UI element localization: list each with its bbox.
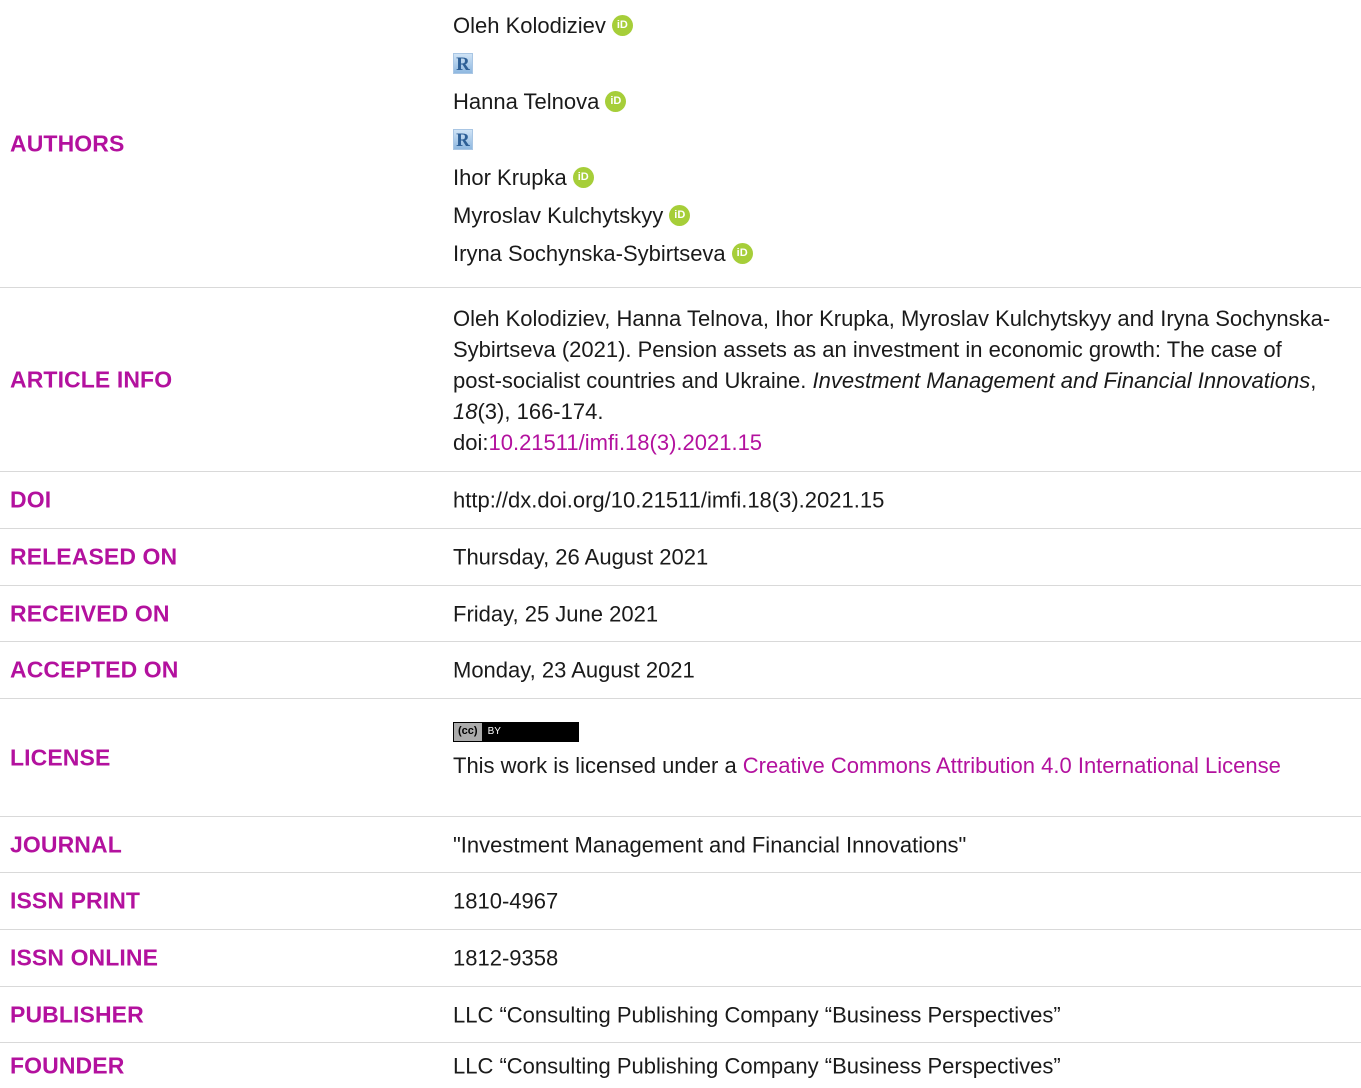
journal-row: JOURNAL "Investment Management and Finan… xyxy=(0,817,1361,873)
author-item: Myroslav Kulchytskyy iD xyxy=(453,196,1333,234)
authors-row: AUTHORS Oleh Kolodiziev iD R Hanna Telno… xyxy=(0,0,1361,288)
orcid-icon[interactable]: iD xyxy=(605,90,627,112)
accepted-label: ACCEPTED ON xyxy=(10,656,179,683)
doi-row: DOI http://dx.doi.org/10.21511/imfi.18(3… xyxy=(0,472,1361,529)
accepted-value: Monday, 23 August 2021 xyxy=(453,657,695,683)
released-label: RELEASED ON xyxy=(10,543,178,570)
author-name[interactable]: Hanna Telnova xyxy=(453,86,599,117)
publisher-label: PUBLISHER xyxy=(10,1001,144,1027)
doi-label: DOI xyxy=(10,486,52,513)
issn-online-row: ISSN ONLINE 1812-9358 xyxy=(0,930,1361,987)
cc-by-badge-icon[interactable]: (cc) BY xyxy=(453,721,579,742)
founder-label: FOUNDER xyxy=(10,1052,125,1078)
doi-value: http://dx.doi.org/10.21511/imfi.18(3).20… xyxy=(453,487,885,513)
citation-sep: , xyxy=(1310,368,1317,393)
article-citation: Oleh Kolodiziev, Hanna Telnova, Ihor Kru… xyxy=(453,303,1333,458)
researcherid-icon[interactable]: R xyxy=(453,52,473,75)
author-item: Ihor Krupka iD xyxy=(453,158,1333,196)
license-link[interactable]: Creative Commons Attribution 4.0 Interna… xyxy=(743,753,1281,778)
journal-label: JOURNAL xyxy=(10,831,122,857)
founder-value: LLC “Consulting Publishing Company “Busi… xyxy=(453,1053,1061,1078)
researcherid-icon[interactable]: R xyxy=(453,128,473,151)
released-value: Thursday, 26 August 2021 xyxy=(453,544,709,570)
author-item: R xyxy=(453,120,1333,158)
author-name[interactable]: Oleh Kolodiziev xyxy=(453,10,606,41)
issn-online-label: ISSN ONLINE xyxy=(10,944,159,971)
author-item: R xyxy=(453,44,1333,82)
citation-issue-pages: (3), 166-174. xyxy=(477,399,604,424)
received-row: RECEIVED ON Friday, 25 June 2021 xyxy=(0,586,1361,642)
issn-print-value: 1810-4967 xyxy=(453,888,559,914)
orcid-icon[interactable]: iD xyxy=(611,14,633,36)
orcid-icon[interactable]: iD xyxy=(731,242,753,264)
authors-list: Oleh Kolodiziev iD R Hanna Telnova iD R … xyxy=(453,6,1333,272)
author-name[interactable]: Ihor Krupka xyxy=(453,162,567,193)
received-label: RECEIVED ON xyxy=(10,600,170,626)
released-row: RELEASED ON Thursday, 26 August 2021 xyxy=(0,529,1361,586)
license-row: LICENSE (cc) BY This work is licensed un… xyxy=(0,699,1361,817)
article-info-row: ARTICLE INFO Oleh Kolodiziev, Hanna Teln… xyxy=(0,288,1361,472)
citation-volume: 18 xyxy=(453,399,478,424)
article-info-label: ARTICLE INFO xyxy=(10,366,173,392)
license-text: This work is licensed under a Creative C… xyxy=(453,750,1333,782)
doi-prefix: doi: xyxy=(453,430,489,455)
publisher-row: PUBLISHER LLC “Consulting Publishing Com… xyxy=(0,987,1361,1043)
publisher-value: LLC “Consulting Publishing Company “Busi… xyxy=(453,1002,1061,1027)
citation-journal: Investment Management and Financial Inno… xyxy=(812,368,1311,393)
journal-value: "Investment Management and Financial Inn… xyxy=(453,832,967,857)
license-prefix: This work is licensed under a xyxy=(453,753,743,778)
license-label: LICENSE xyxy=(10,744,111,770)
doi-link[interactable]: 10.21511/imfi.18(3).2021.15 xyxy=(488,430,762,455)
orcid-icon[interactable]: iD xyxy=(669,204,691,226)
accepted-row: ACCEPTED ON Monday, 23 August 2021 xyxy=(0,642,1361,699)
author-name[interactable]: Iryna Sochynska-Sybirtseva xyxy=(453,238,726,269)
founder-row: FOUNDER LLC “Consulting Publishing Compa… xyxy=(0,1043,1361,1088)
cc-badge-right: BY xyxy=(487,726,501,737)
issn-print-row: ISSN PRINT 1810-4967 xyxy=(0,873,1361,930)
received-value: Friday, 25 June 2021 xyxy=(453,601,659,626)
issn-print-label: ISSN PRINT xyxy=(10,887,141,914)
author-item: Iryna Sochynska-Sybirtseva iD xyxy=(453,234,1333,272)
issn-online-value: 1812-9358 xyxy=(453,945,559,971)
license-value: (cc) BY This work is licensed under a Cr… xyxy=(453,711,1333,782)
cc-badge-left: (cc) xyxy=(454,722,482,741)
authors-label: AUTHORS xyxy=(10,130,125,156)
author-name[interactable]: Myroslav Kulchytskyy xyxy=(453,200,663,231)
orcid-icon[interactable]: iD xyxy=(572,166,594,188)
author-item: Hanna Telnova iD xyxy=(453,82,1333,120)
author-item: Oleh Kolodiziev iD xyxy=(453,6,1333,44)
